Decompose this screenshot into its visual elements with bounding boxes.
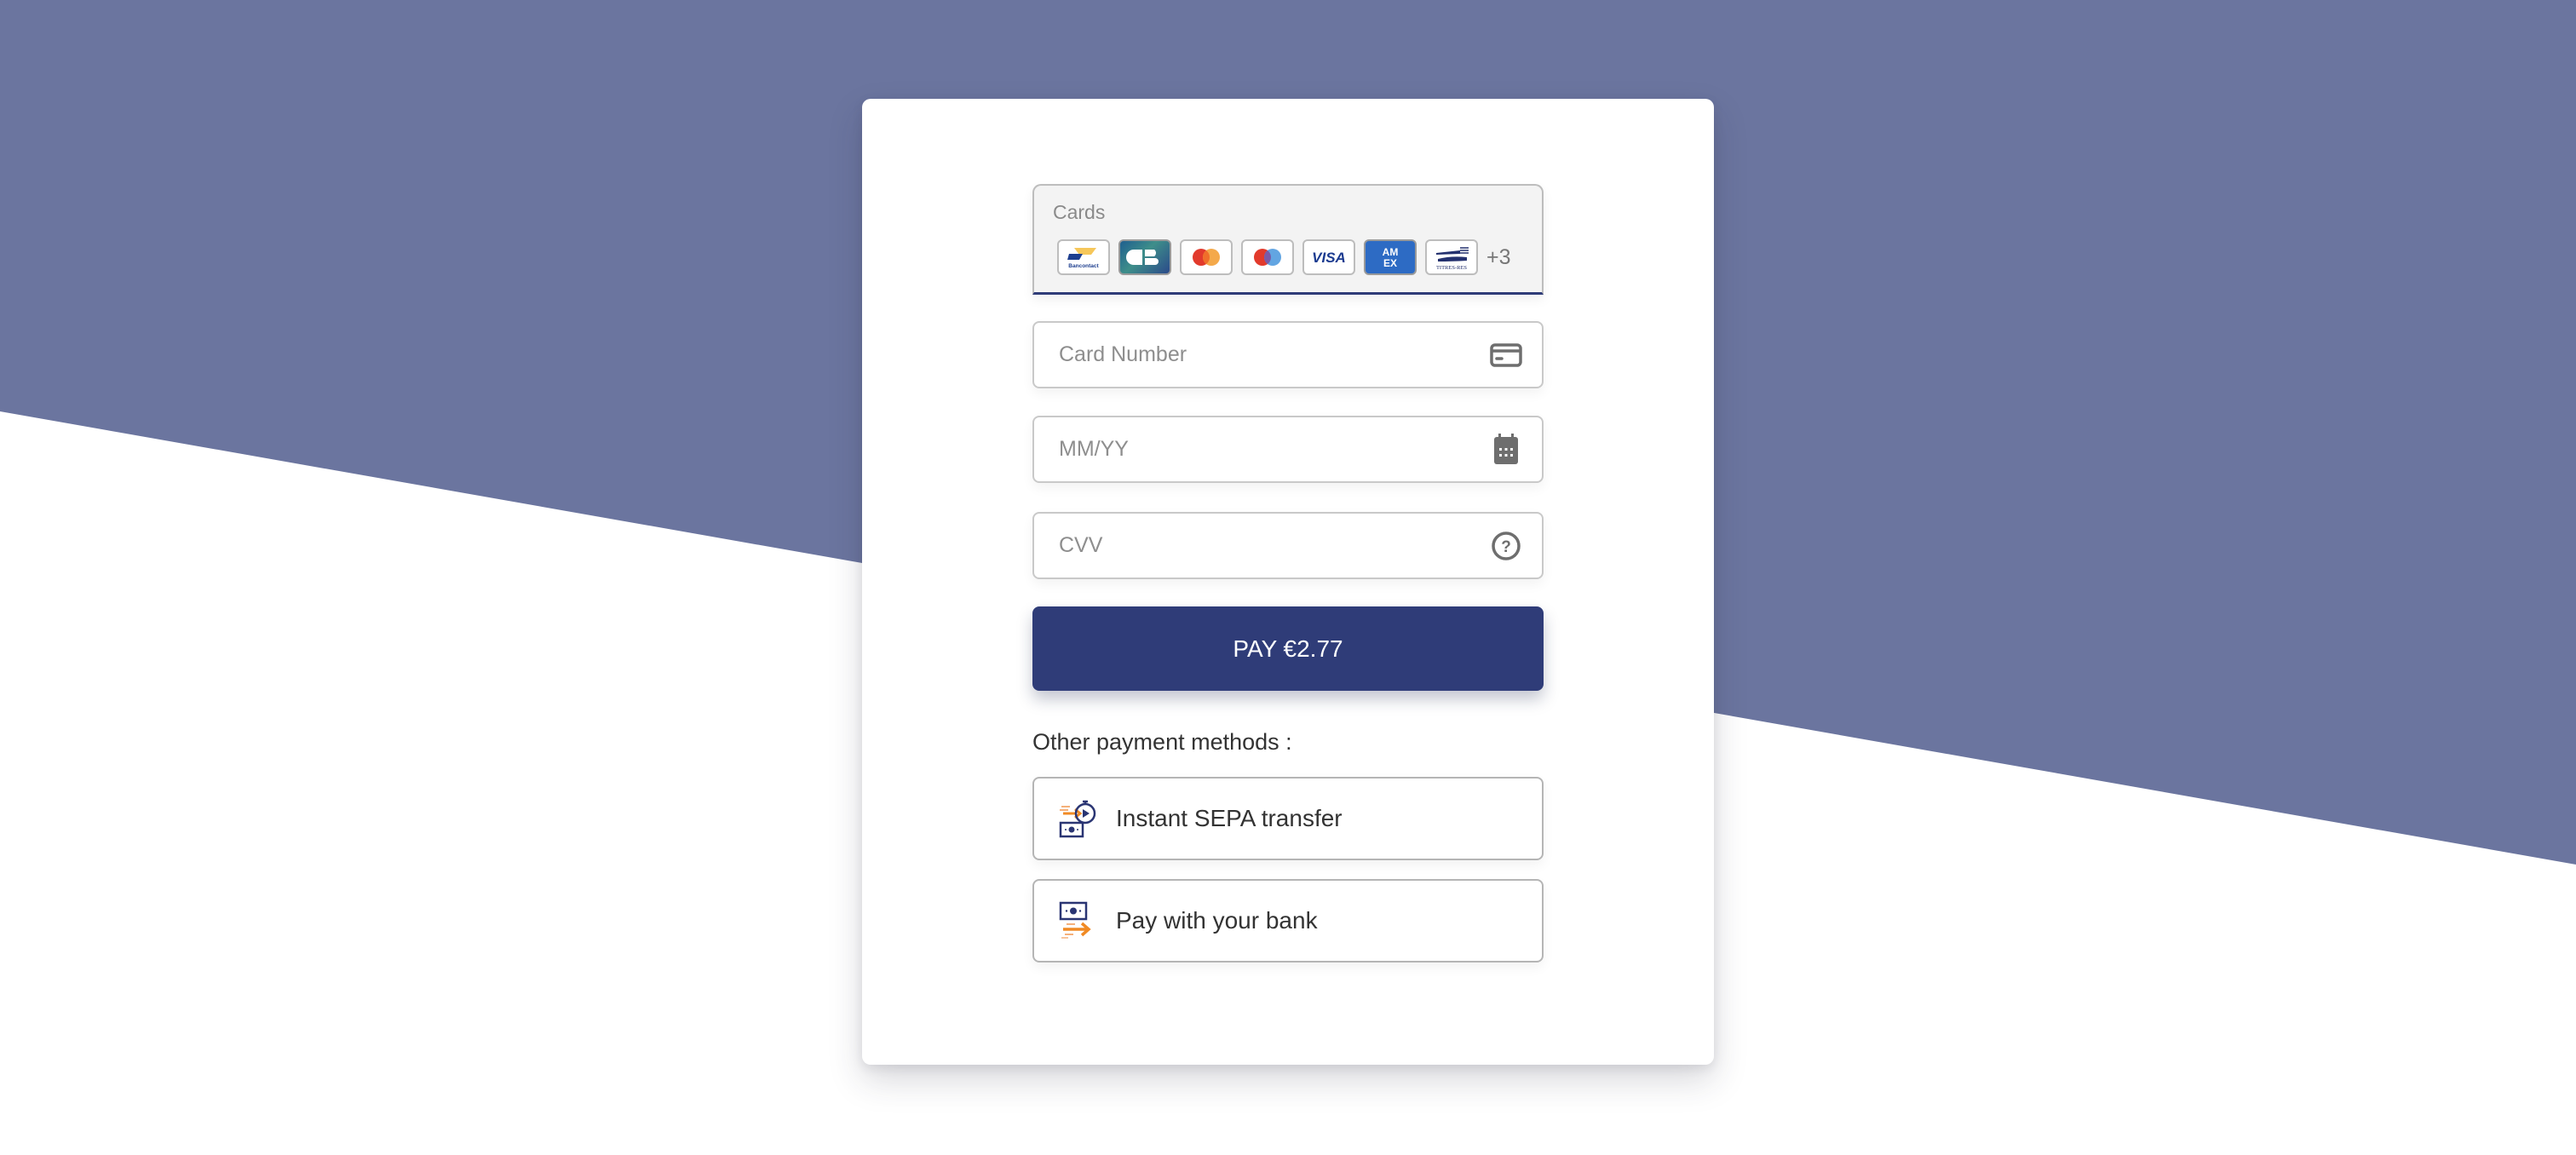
- payment-panel: Cards Bancontact VISA AM EX TITRES-RES +…: [862, 99, 1714, 1065]
- cards-label: Cards: [1053, 201, 1106, 223]
- titres-restaurant-logo-icon[interactable]: TITRES-RES: [1425, 239, 1478, 275]
- cvv-input[interactable]: [1034, 514, 1487, 578]
- instant-sepa-transfer-label: Instant SEPA transfer: [1116, 805, 1343, 831]
- bancontact-logo-icon[interactable]: Bancontact: [1057, 239, 1110, 275]
- other-methods-heading: Other payment methods :: [1032, 729, 1292, 755]
- amex-logo-icon[interactable]: AM EX: [1364, 239, 1417, 275]
- maestro-logo-icon[interactable]: [1241, 239, 1294, 275]
- card-number-input[interactable]: [1034, 323, 1487, 387]
- help-circle-icon[interactable]: ?: [1487, 527, 1525, 565]
- pay-with-bank-label: Pay with your bank: [1116, 907, 1318, 934]
- bank-transfer-icon: [1058, 900, 1099, 941]
- more-brands-count: +3: [1486, 244, 1511, 269]
- pay-button[interactable]: PAY €2.77: [1032, 606, 1544, 691]
- visa-logo-icon[interactable]: VISA: [1302, 239, 1355, 275]
- expiry-date-input[interactable]: [1034, 417, 1487, 481]
- svg-text:TITRES-RES: TITRES-RES: [1436, 265, 1467, 271]
- card-brand-list: Bancontact VISA AM EX TITRES-RES +3: [1057, 239, 1511, 275]
- card-number-field[interactable]: [1032, 321, 1544, 388]
- cb-logo-icon[interactable]: [1118, 239, 1171, 275]
- expiry-date-field[interactable]: [1032, 416, 1544, 483]
- svg-text:EX: EX: [1383, 257, 1397, 269]
- svg-text:Bancontact: Bancontact: [1068, 263, 1099, 269]
- calendar-icon: [1487, 431, 1525, 468]
- credit-card-icon: [1487, 336, 1525, 374]
- mastercard-logo-icon[interactable]: [1180, 239, 1233, 275]
- cvv-field[interactable]: ?: [1032, 512, 1544, 579]
- svg-text:?: ?: [1501, 538, 1511, 556]
- svg-text:AM: AM: [1383, 246, 1399, 258]
- svg-text:VISA: VISA: [1312, 250, 1346, 266]
- instant-sepa-transfer-option[interactable]: Instant SEPA transfer: [1032, 777, 1544, 860]
- cards-method-selector[interactable]: Cards Bancontact VISA AM EX TITRES-RES +…: [1032, 184, 1544, 295]
- pay-with-bank-option[interactable]: Pay with your bank: [1032, 879, 1544, 962]
- instant-transfer-icon: [1058, 798, 1099, 839]
